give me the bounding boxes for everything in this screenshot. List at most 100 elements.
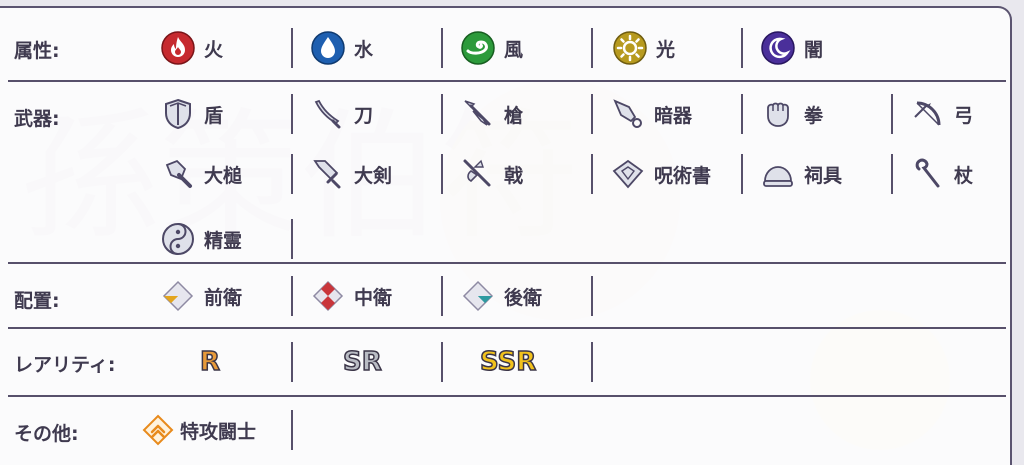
filter-weapon-spear[interactable]: 槍	[460, 92, 523, 136]
filter-position-midguard[interactable]: 中衛	[310, 274, 392, 318]
midguard-icon	[310, 278, 346, 314]
attribute-row: 属性: 火 水 風 光 闇	[0, 26, 1006, 70]
divider	[291, 410, 293, 450]
rarity-row-label: レアリティ:	[14, 354, 116, 376]
sun-icon	[612, 30, 648, 66]
filter-other-special-attack-label: 特攻闘士	[180, 420, 257, 443]
rarity-ssr-badge: SSR	[479, 346, 537, 378]
divider	[441, 94, 443, 134]
filter-attribute-water-label: 水	[354, 38, 374, 61]
filter-weapon-spellbook[interactable]: 呪術書	[610, 152, 711, 196]
filter-attribute-light-label: 光	[656, 38, 676, 61]
filter-weapon-bow-label: 弓	[954, 104, 974, 127]
filter-weapon-katana[interactable]: 刀	[310, 92, 373, 136]
wind-icon	[460, 30, 496, 66]
filter-rarity-ssr[interactable]: SSR	[479, 340, 537, 384]
filter-weapon-hammer-label: 大槌	[204, 164, 243, 187]
divider	[291, 94, 293, 134]
spirit-icon	[160, 221, 196, 257]
row-separator	[8, 327, 1006, 329]
filter-position-rearguard[interactable]: 後衛	[460, 274, 542, 318]
filter-weapon-halberd-label: 戟	[504, 164, 524, 187]
filter-attribute-wind[interactable]: 風	[460, 26, 523, 70]
filter-attribute-dark[interactable]: 闇	[760, 26, 823, 70]
filter-position-vanguard-label: 前衛	[204, 286, 243, 309]
filter-weapon-fist[interactable]: 拳	[760, 92, 823, 136]
filter-weapon-ritual-tool[interactable]: 祠具	[760, 152, 842, 196]
rarity-r-badge: R	[199, 346, 221, 378]
divider	[741, 154, 743, 194]
hidden-weapon-icon	[610, 96, 646, 132]
divider	[291, 28, 293, 68]
filter-rarity-sr[interactable]: SR	[342, 340, 382, 384]
filter-weapon-hidden[interactable]: 暗器	[610, 92, 692, 136]
row-separator	[8, 395, 1006, 397]
divider	[891, 94, 893, 134]
bow-icon	[910, 96, 946, 132]
halberd-icon	[460, 156, 496, 192]
filter-other-special-attack[interactable]: 特攻闘士	[140, 408, 256, 452]
filter-weapon-staff[interactable]: 杖	[910, 152, 973, 196]
filter-position-midguard-label: 中衛	[354, 286, 393, 309]
divider	[741, 28, 743, 68]
filter-weapon-spear-label: 槍	[504, 104, 524, 127]
position-row-label: 配置:	[14, 290, 60, 312]
staff-icon	[910, 156, 946, 192]
fist-icon	[760, 96, 796, 132]
divider	[591, 94, 593, 134]
other-row: その他: 特攻闘士	[0, 408, 1006, 452]
other-row-label: その他:	[14, 423, 79, 445]
divider	[441, 342, 443, 382]
filter-attribute-fire[interactable]: 火	[160, 26, 223, 70]
filter-attribute-light[interactable]: 光	[612, 26, 675, 70]
filter-weapon-hidden-label: 暗器	[654, 104, 693, 127]
divider	[591, 154, 593, 194]
shield-icon	[160, 96, 196, 132]
divider	[891, 154, 893, 194]
filter-weapon-spellbook-label: 呪術書	[654, 164, 712, 187]
divider	[441, 154, 443, 194]
ritual-tool-icon	[760, 156, 796, 192]
filter-attribute-wind-label: 風	[504, 38, 524, 61]
rarity-sr-badge: SR	[342, 346, 382, 378]
divider	[291, 276, 293, 316]
filter-attribute-water[interactable]: 水	[310, 26, 373, 70]
filter-rarity-r[interactable]: R	[199, 340, 221, 384]
vanguard-icon	[160, 278, 196, 314]
filter-attribute-fire-label: 火	[204, 38, 224, 61]
weapon-row-label: 武器:	[14, 108, 60, 130]
divider	[741, 94, 743, 134]
spear-icon	[460, 96, 496, 132]
filter-position-rearguard-label: 後衛	[504, 286, 543, 309]
rearguard-icon	[460, 278, 496, 314]
filter-weapon-greatsword-label: 大剣	[354, 164, 393, 187]
attribute-row-label: 属性:	[14, 40, 60, 62]
filter-weapon-greatsword[interactable]: 大剣	[310, 152, 392, 196]
row-separator	[8, 80, 1006, 82]
fire-icon	[160, 30, 196, 66]
filter-weapon-staff-label: 杖	[954, 164, 974, 187]
filter-weapon-hammer[interactable]: 大槌	[160, 152, 242, 196]
filter-weapon-shield-label: 盾	[204, 104, 224, 127]
filter-weapon-shield[interactable]: 盾	[160, 92, 223, 136]
divider	[591, 28, 593, 68]
filter-weapon-katana-label: 刀	[354, 104, 374, 127]
water-drop-icon	[310, 30, 346, 66]
divider	[291, 342, 293, 382]
moon-icon	[760, 30, 796, 66]
filter-weapon-spirit[interactable]: 精霊	[160, 217, 242, 261]
divider	[441, 276, 443, 316]
special-attack-icon	[140, 412, 176, 448]
divider	[291, 154, 293, 194]
filter-weapon-bow[interactable]: 弓	[910, 92, 973, 136]
divider	[441, 28, 443, 68]
hammer-icon	[160, 156, 196, 192]
filter-weapon-ritual-tool-label: 祠具	[804, 164, 843, 187]
row-separator	[8, 262, 1006, 264]
katana-icon	[310, 96, 346, 132]
divider	[291, 219, 293, 259]
filter-weapon-halberd[interactable]: 戟	[460, 152, 523, 196]
filter-position-vanguard[interactable]: 前衛	[160, 274, 242, 318]
filter-weapon-spirit-label: 精霊	[204, 229, 243, 252]
filter-attribute-dark-label: 闇	[804, 38, 824, 61]
